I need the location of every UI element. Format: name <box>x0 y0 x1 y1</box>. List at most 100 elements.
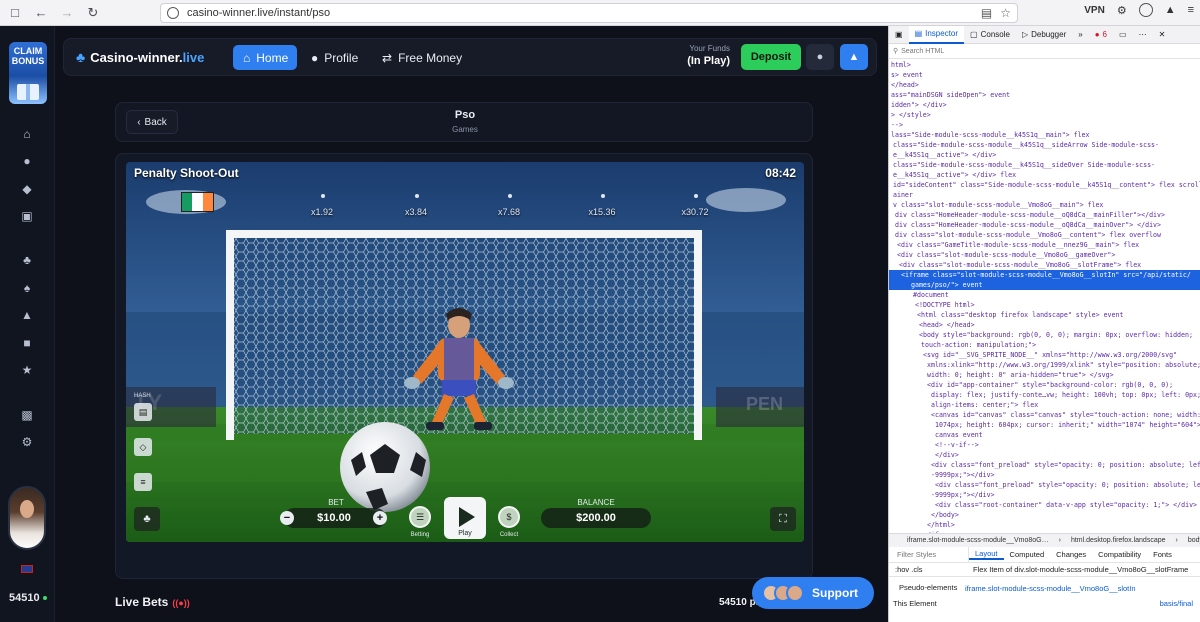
dom-tree-node[interactable]: <div class="slot-module-scss-module__Vmo… <box>889 260 1200 270</box>
dom-tree-node[interactable]: </body> <box>889 510 1200 520</box>
tab-changes[interactable]: Changes <box>1050 550 1092 559</box>
vip-icon[interactable]: ★ <box>19 362 35 378</box>
menu-icon[interactable]: ≡ <box>1188 4 1194 16</box>
sidebar-toggle-icon[interactable]: □ <box>4 2 26 24</box>
support-button[interactable]: Support <box>752 577 874 609</box>
responsive-icon[interactable]: ▭ <box>1113 26 1133 44</box>
breadcrumb-item[interactable]: html.desktop.firefox.landscape <box>1071 537 1166 544</box>
breadcrumb-item[interactable]: iframe.slot-module-scss-module__Vmo8oG… <box>907 537 1049 544</box>
reader-view-icon[interactable]: ▤ <box>981 6 992 20</box>
settings-icon[interactable]: ♣ <box>134 507 160 531</box>
dom-tree-node[interactable]: display: flex; justify-conte…vw; height:… <box>889 390 1200 400</box>
tab-profile[interactable]: ● Profile <box>301 45 368 70</box>
dom-tree-node[interactable]: <head> </head> <box>889 320 1200 330</box>
dom-tree-node[interactable]: div class="HomeHeader-module-scss-module… <box>889 220 1200 230</box>
dom-tree-node[interactable]: -9999px;"></div> <box>889 490 1200 500</box>
dom-tree-node[interactable]: <div class="font_preload" style="opacity… <box>889 480 1200 490</box>
dom-tree-node[interactable]: width: 0; height: 0" aria-hidden="true">… <box>889 370 1200 380</box>
fullscreen-icon[interactable]: ⛶ <box>770 507 796 531</box>
home-icon[interactable]: ⌂ <box>19 126 35 142</box>
claim-bonus-button[interactable]: CLAIM BONUS <box>9 42 47 104</box>
vpn-button[interactable]: VPN <box>1084 5 1105 16</box>
dom-tree-node[interactable]: ainer <box>889 190 1200 200</box>
casino-icon[interactable]: ▣ <box>19 208 35 224</box>
dom-tree-node[interactable]: e__k45S1q__active"> </div> <box>889 150 1200 160</box>
address-bar[interactable]: casino-winner.live/instant/pso ▤ ☆ <box>160 3 1018 23</box>
dom-tree-node[interactable]: xmlns:xlink="http://www.w3.org/1999/xlin… <box>889 360 1200 370</box>
dom-tree-node[interactable]: lass="Side-module-scss-module__k45S1q__m… <box>889 130 1200 140</box>
trophy-icon[interactable]: ▲ <box>19 307 35 323</box>
dom-tree-node[interactable]: <iframe class="slot-module-scss-module__… <box>889 270 1200 280</box>
dom-tree-node[interactable]: <div class="slot-module-scss-module__Vmo… <box>889 250 1200 260</box>
dom-tree-node[interactable]: class="Side-module-scss-module__k45S1q__… <box>889 140 1200 150</box>
dom-tree-node[interactable]: div class="HomeHeader-module-scss-module… <box>889 210 1200 220</box>
history-icon[interactable]: ▤ <box>134 403 152 421</box>
dom-tree-node[interactable]: 1074px; height: 604px; cursor: inherit;"… <box>889 420 1200 430</box>
dom-tree-node[interactable]: --> <box>889 120 1200 130</box>
dom-tree-node[interactable]: #document <box>889 290 1200 300</box>
breadcrumb-item[interactable]: body <box>1188 537 1200 544</box>
dom-tree-node[interactable]: class="Side-module-scss-module__k45S1q__… <box>889 160 1200 170</box>
close-icon[interactable]: ✕ <box>1153 26 1172 44</box>
dom-tree-node[interactable]: align-items: center;"> flex <box>889 400 1200 410</box>
user-icon[interactable]: ● <box>19 153 35 169</box>
dom-tree-node[interactable]: ass="mainDSGN sideOpen"> event <box>889 90 1200 100</box>
dom-tree-node[interactable]: > </style> <box>889 110 1200 120</box>
chat-icon[interactable]: ▩ <box>19 407 35 423</box>
tab-console[interactable]: ▢ Console <box>964 26 1016 44</box>
dom-tree-node[interactable]: <canvas id="canvas" class="canvas" style… <box>889 410 1200 420</box>
dom-tree-node[interactable]: touch-action: manipulation;"> <box>889 340 1200 350</box>
deposit-button[interactable]: Deposit <box>741 44 801 70</box>
html-search-input[interactable]: ⚲ Search HTML <box>889 44 1200 59</box>
notifications-button[interactable]: ▲ <box>840 44 868 70</box>
dom-tree-node[interactable]: </html> <box>889 520 1200 530</box>
support-agent-avatar[interactable] <box>8 486 46 550</box>
tab-computed[interactable]: Computed <box>1004 550 1051 559</box>
forward-arrow-icon[interactable]: → <box>56 2 78 24</box>
dom-tree-node[interactable]: </div> <box>889 450 1200 460</box>
decrease-bet-button[interactable]: − <box>280 511 294 525</box>
dom-tree-node[interactable]: <html class="desktop firefox landscape" … <box>889 310 1200 320</box>
back-arrow-icon[interactable]: ← <box>30 2 52 24</box>
account-icon[interactable] <box>1138 3 1153 17</box>
pick-element-icon[interactable]: ▣ <box>889 26 909 44</box>
error-count-badge[interactable]: ● 6 <box>1089 26 1113 44</box>
rules-icon[interactable]: ◇ <box>134 438 152 456</box>
uk-flag-icon[interactable] <box>21 565 33 573</box>
tab-compatibility[interactable]: Compatibility <box>1092 550 1147 559</box>
site-logo[interactable]: ♣ Casino-winner. live <box>76 49 204 65</box>
settings-icon[interactable]: ⚙ <box>19 434 35 450</box>
back-button[interactable]: ‹ Back <box>126 110 178 134</box>
dom-tree-node[interactable]: canvas event <box>889 430 1200 440</box>
dom-tree-node[interactable]: -9999px;"></div> <box>889 470 1200 480</box>
hov-cls-toggle[interactable]: :hov .cls <box>889 565 969 574</box>
tab-debugger[interactable]: ▷ Debugger <box>1016 26 1072 44</box>
shield-icon[interactable]: ▲ <box>1165 4 1176 16</box>
tab-home[interactable]: ⌂ Home <box>233 45 297 70</box>
dom-tree-node[interactable]: </head> <box>889 80 1200 90</box>
pseudo-elements-toggle[interactable]: Pseudo-elements <box>889 583 959 593</box>
dom-tree-node[interactable]: id="sideContent" class="Side-module-scss… <box>889 180 1200 190</box>
dom-tree-node[interactable]: <div id="app-container" style="backgroun… <box>889 380 1200 390</box>
bag-icon[interactable]: ■ <box>19 335 35 351</box>
site-info-icon[interactable] <box>167 7 179 19</box>
dom-tree-node[interactable]: <body style="background: rgb(0, 0, 0); m… <box>889 330 1200 340</box>
filter-styles-input[interactable]: Filter Styles <box>889 546 969 563</box>
dom-tree-node[interactable]: games/pso/"> event <box>889 280 1200 290</box>
url-text[interactable]: casino-winner.live/instant/pso <box>187 7 330 19</box>
increase-bet-button[interactable]: + <box>373 511 387 525</box>
tab-free-money[interactable]: ⇄ Free Money <box>372 45 472 70</box>
dom-tree-node[interactable]: <div class="GameTitle-module-scss-module… <box>889 240 1200 250</box>
dom-tree-node[interactable]: html> <box>889 60 1200 70</box>
game-canvas[interactable]: TY PEN Penalty Shoot-Out 08:42 x1.92 x3.… <box>126 162 804 542</box>
more-tabs-icon[interactable]: » <box>1072 26 1088 44</box>
tab-fonts[interactable]: Fonts <box>1147 550 1178 559</box>
profile-button[interactable]: ● <box>806 44 834 70</box>
devtools-menu-icon[interactable]: ⋯ <box>1133 26 1153 44</box>
spade-icon[interactable]: ♠ <box>19 280 35 296</box>
dom-tree-node[interactable]: div class="slot-module-scss-module__Vmo8… <box>889 230 1200 240</box>
dom-tree-node[interactable]: idden"> </div> <box>889 100 1200 110</box>
dom-tree-node[interactable]: <!DOCTYPE html> <box>889 300 1200 310</box>
dom-tree-node[interactable]: s> event <box>889 70 1200 80</box>
extensions-icon[interactable]: ⚙ <box>1117 4 1127 17</box>
